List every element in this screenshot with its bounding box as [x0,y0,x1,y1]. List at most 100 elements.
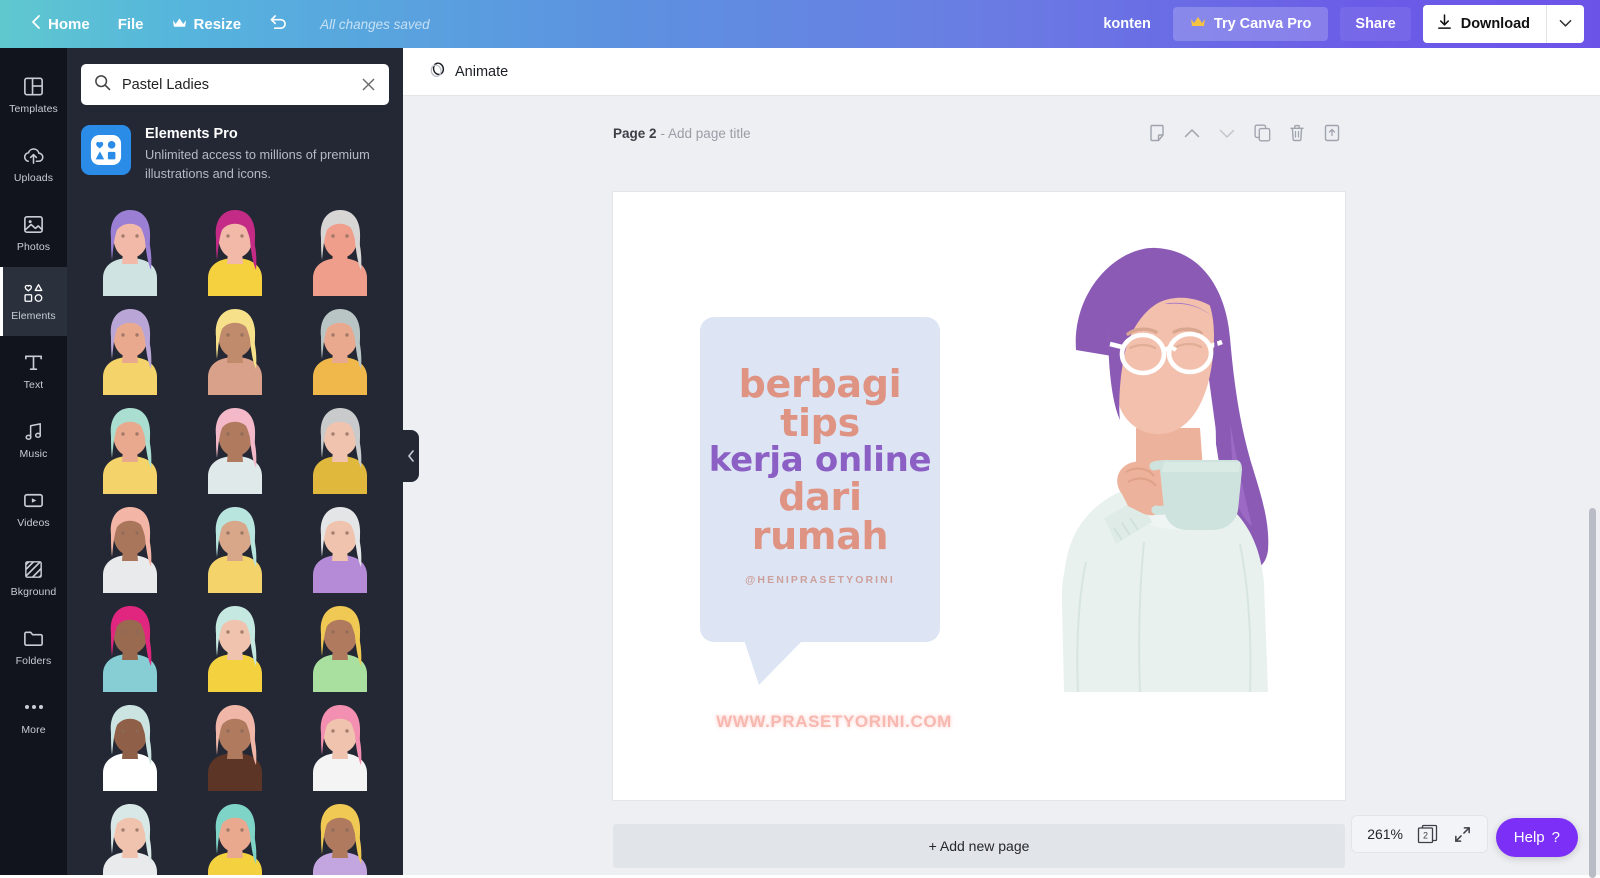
move-page-up-icon[interactable] [1179,120,1205,146]
download-button[interactable]: Download [1423,5,1546,43]
crown-icon [1190,16,1206,32]
help-question-icon: ? [1552,829,1560,846]
sidebar-item-elements[interactable]: Elements [0,267,67,336]
expand-icon[interactable] [1453,825,1472,844]
headline-line-3[interactable]: kerja online [700,443,940,478]
element-thumbnail[interactable] [81,401,180,494]
help-label: Help [1514,829,1545,846]
elements-panel: Elements Pro Unlimited access to million… [67,48,403,875]
delete-page-icon[interactable] [1284,120,1310,146]
element-thumbnail[interactable] [81,797,180,875]
notes-icon[interactable] [1144,120,1170,146]
sidebar-item-uploads[interactable]: Uploads [0,129,67,198]
element-thumbnail[interactable] [81,698,180,791]
search-icon [94,74,111,96]
lady-teal-hair-yellow-dress [196,802,274,875]
speech-bubble-shape[interactable]: berbagi tips kerja online dari rumah @HE… [700,317,940,642]
canvas-vertical-scrollbar[interactable] [1589,508,1596,878]
element-thumbnail[interactable] [81,599,180,692]
sidebar-item-templates[interactable]: Templates [0,60,67,129]
search-area [67,48,403,105]
help-button[interactable]: Help ? [1496,818,1578,857]
element-thumbnail[interactable] [186,500,285,593]
crown-icon [172,16,187,33]
top-bar-left-group: Home File Resize All changes saved [0,7,430,42]
search-input[interactable] [122,77,350,93]
lock-page-icon[interactable] [1319,120,1345,146]
sidebar-item-bkground[interactable]: Bkground [0,543,67,612]
element-thumbnail[interactable] [186,599,285,692]
element-thumbnail[interactable] [186,203,285,296]
sidebar-item-more[interactable]: More [0,681,67,750]
page-title-input[interactable]: - Add page title [661,126,751,141]
canvas-scroll-area[interactable]: Page 2 - Add page title [403,96,1600,875]
download-options-button[interactable] [1546,5,1584,43]
element-thumbnail[interactable] [290,203,389,296]
sidebar-label-videos: Videos [17,517,50,529]
element-thumbnail[interactable] [186,401,285,494]
woman-drinking-coffee-illustration[interactable] [968,232,1298,697]
lady-silver-hair-mustard [301,406,379,494]
search-box[interactable] [81,64,389,105]
home-label: Home [48,16,90,33]
headline-line-2[interactable]: tips [700,404,940,443]
sidebar-item-text[interactable]: Text [0,336,67,405]
collapse-panel-handle[interactable] [403,430,419,482]
headline-line-1[interactable]: berbagi [700,365,940,404]
clear-search-icon[interactable] [361,77,376,92]
elements-pro-promo[interactable]: Elements Pro Unlimited access to million… [67,105,403,193]
headline-line-5[interactable]: rumah [700,517,940,556]
zoom-level-label[interactable]: 261% [1367,826,1403,842]
page-count-button[interactable]: 2 [1417,824,1439,844]
sidebar-item-videos[interactable]: Videos [0,474,67,543]
sidebar-item-photos[interactable]: Photos [0,198,67,267]
element-thumbnail[interactable] [186,302,285,395]
headline-line-4[interactable]: dari [700,478,940,517]
page-header: Page 2 - Add page title [613,120,1345,146]
element-thumbnail[interactable] [81,500,180,593]
element-thumbnail[interactable] [290,500,389,593]
elements-results-grid [67,193,403,875]
watermark-text: WWW.PRASETYORINI.COM [709,712,959,732]
element-thumbnail[interactable] [186,698,285,791]
lady-magenta-hair-yellow-top [196,208,274,296]
animate-button[interactable]: Animate [417,53,519,90]
file-menu-button[interactable]: File [104,9,158,40]
element-thumbnail[interactable] [290,302,389,395]
page-number-label: Page 2 [613,126,657,141]
promo-title: Elements Pro [145,126,389,142]
sidebar-item-music[interactable]: Music [0,405,67,474]
lady-pink-hair-brown-sweater [196,703,274,791]
lady-mint-bob-red-sunglasses [196,604,274,692]
design-canvas-page[interactable]: berbagi tips kerja online dari rumah @HE… [613,192,1345,800]
element-thumbnail[interactable] [186,797,285,875]
move-page-down-icon[interactable] [1214,120,1240,146]
page-tools-group [1144,120,1345,146]
lady-blonde-lilac-top [301,802,379,875]
folder-icon [22,627,45,650]
try-canva-pro-button[interactable]: Try Canva Pro [1173,7,1329,41]
duplicate-page-icon[interactable] [1249,120,1275,146]
share-button[interactable]: Share [1340,7,1410,41]
element-thumbnail[interactable] [81,203,180,296]
social-handle-text[interactable]: @HENIPRASETYORINI [700,574,940,586]
svg-text:2: 2 [1423,830,1428,840]
undo-button[interactable] [255,7,302,42]
promo-text-group: Elements Pro Unlimited access to million… [145,125,389,183]
lady-lilac-hair-sunglasses [91,307,169,395]
sidebar-label-bkground: Bkground [11,586,57,598]
resize-button[interactable]: Resize [158,9,256,40]
team-name-button[interactable]: konten [1093,10,1161,38]
element-thumbnail[interactable] [81,302,180,395]
lady-white-hair-yellow-glasses [301,505,379,593]
element-thumbnail[interactable] [290,599,389,692]
element-thumbnail[interactable] [290,401,389,494]
bubble-text-group: berbagi tips kerja online dari rumah @HE… [700,317,940,586]
add-new-page-button[interactable]: + Add new page [613,824,1345,868]
sidebar-item-folders[interactable]: Folders [0,612,67,681]
element-thumbnail[interactable] [290,797,389,875]
element-thumbnail[interactable] [290,698,389,791]
home-button[interactable]: Home [16,7,104,41]
editor-area: Animate Page 2 - Add page title [403,48,1600,875]
resize-label: Resize [194,16,242,33]
